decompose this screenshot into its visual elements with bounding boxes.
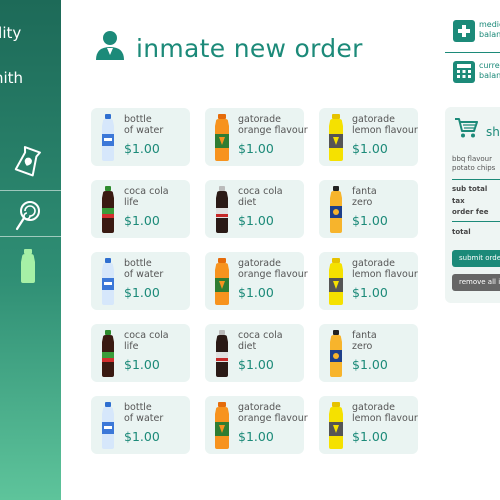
medical-balance-label: medic balan xyxy=(479,20,500,39)
calculator-icon xyxy=(453,61,475,83)
product-price: $1.00 xyxy=(238,357,274,372)
product-name: coca cola life xyxy=(124,330,169,352)
product-name: bottle of water xyxy=(124,114,164,136)
water-bottle-image xyxy=(97,400,119,450)
submit-order-button[interactable]: submit orde xyxy=(452,250,500,267)
cola-diet-bottle-image xyxy=(211,328,233,378)
total-label: total xyxy=(452,228,471,236)
product-price: $1.00 xyxy=(124,285,160,300)
current-balance[interactable]: curre balan xyxy=(453,61,500,91)
cola-life-bottle-image xyxy=(97,328,119,378)
subtotal-label: sub total xyxy=(452,185,488,193)
product-card[interactable]: coca cola diet $1.00 xyxy=(205,324,304,382)
orange-bottle-image xyxy=(211,256,233,306)
facility-label: ility xyxy=(0,24,22,42)
user-name-label: nith xyxy=(0,69,24,87)
orange-bottle-image xyxy=(211,112,233,162)
product-card[interactable]: gatorade orange flavour $1.00 xyxy=(205,396,308,454)
product-price: $1.00 xyxy=(124,213,160,228)
product-price: $1.00 xyxy=(238,141,274,156)
sidebar-divider xyxy=(0,236,61,237)
product-card[interactable]: coca cola life $1.00 xyxy=(91,180,190,238)
product-card[interactable]: bottle of water $1.00 xyxy=(91,252,190,310)
lemon-bottle-image xyxy=(325,256,347,306)
lemon-bottle-image xyxy=(325,400,347,450)
chips-bag-icon[interactable] xyxy=(8,142,48,182)
product-name: gatorade lemon flavour xyxy=(352,114,418,136)
product-name: bottle of water xyxy=(124,402,164,424)
cola-life-bottle-image xyxy=(97,184,119,234)
current-balance-label: curre balan xyxy=(479,61,500,80)
product-price: $1.00 xyxy=(352,357,388,372)
page-title: inmate new order xyxy=(136,34,363,63)
cart-divider xyxy=(452,221,500,222)
water-bottle-image xyxy=(97,112,119,162)
product-name: coca cola diet xyxy=(238,330,283,352)
medical-balance[interactable]: medic balan xyxy=(453,20,500,50)
fanta-bottle-image xyxy=(325,184,347,234)
product-price: $1.00 xyxy=(238,429,274,444)
lemon-bottle-image xyxy=(325,112,347,162)
sidebar: ility nith xyxy=(0,0,61,500)
tax-label: tax xyxy=(452,197,465,205)
product-price: $1.00 xyxy=(352,285,388,300)
product-card[interactable]: fanta zero $1.00 xyxy=(319,180,418,238)
fanta-bottle-image xyxy=(325,328,347,378)
cart-title: sh xyxy=(486,125,500,139)
product-name: fanta zero xyxy=(352,186,377,208)
cola-diet-bottle-image xyxy=(211,184,233,234)
orange-bottle-image xyxy=(211,400,233,450)
product-card[interactable]: fanta zero $1.00 xyxy=(319,324,418,382)
product-name: coca cola life xyxy=(124,186,169,208)
sidebar-divider xyxy=(0,190,61,191)
product-name: gatorade lemon flavour xyxy=(352,402,418,424)
product-card[interactable]: gatorade lemon flavour $1.00 xyxy=(319,252,418,310)
shopping-cart-panel: sh bbq flavour potato chips sub total ta… xyxy=(445,107,500,303)
order-fee-label: order fee xyxy=(452,208,489,216)
product-price: $1.00 xyxy=(238,213,274,228)
product-card[interactable]: bottle of water $1.00 xyxy=(91,396,190,454)
product-card[interactable]: coca cola diet $1.00 xyxy=(205,180,304,238)
shopping-cart-icon xyxy=(454,117,478,139)
inmate-avatar-icon xyxy=(94,28,126,60)
cart-divider xyxy=(452,179,500,180)
product-price: $1.00 xyxy=(238,285,274,300)
product-price: $1.00 xyxy=(352,213,388,228)
lollipop-icon[interactable] xyxy=(8,196,48,236)
product-price: $1.00 xyxy=(124,429,160,444)
product-price: $1.00 xyxy=(352,429,388,444)
info-divider xyxy=(445,52,500,53)
medical-kit-icon xyxy=(453,20,475,42)
product-price: $1.00 xyxy=(124,357,160,372)
product-name: coca cola diet xyxy=(238,186,283,208)
product-name: gatorade orange flavour xyxy=(238,114,308,136)
remove-all-items-button[interactable]: remove all it xyxy=(452,274,500,291)
product-card[interactable]: gatorade orange flavour $1.00 xyxy=(205,108,308,166)
water-bottle-image xyxy=(97,256,119,306)
product-card[interactable]: gatorade lemon flavour $1.00 xyxy=(319,108,418,166)
product-name: gatorade orange flavour xyxy=(238,402,308,424)
product-price: $1.00 xyxy=(124,141,160,156)
product-name: fanta zero xyxy=(352,330,377,352)
product-name: gatorade orange flavour xyxy=(238,258,308,280)
product-card[interactable]: coca cola life $1.00 xyxy=(91,324,190,382)
product-card[interactable]: gatorade lemon flavour $1.00 xyxy=(319,396,418,454)
product-card[interactable]: gatorade orange flavour $1.00 xyxy=(205,252,308,310)
product-name: bottle of water xyxy=(124,258,164,280)
product-name: gatorade lemon flavour xyxy=(352,258,418,280)
cart-item[interactable]: bbq flavour potato chips xyxy=(452,155,495,173)
bottle-icon[interactable] xyxy=(8,246,48,286)
product-price: $1.00 xyxy=(352,141,388,156)
product-card[interactable]: bottle of water $1.00 xyxy=(91,108,190,166)
